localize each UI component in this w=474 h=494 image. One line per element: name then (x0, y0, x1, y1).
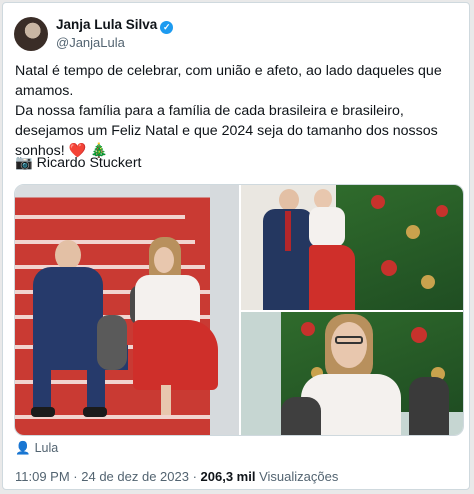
person-icon: 👤 (15, 441, 31, 455)
tweet-card[interactable]: Janja Lula Silva ✓ @JanjaLula Natal é tem… (2, 2, 470, 490)
tweet-time[interactable]: 11:09 PM (15, 469, 70, 484)
tweet-date[interactable]: 24 de dez de 2023 (81, 469, 189, 484)
tagged-people[interactable]: 👤 Lula (15, 441, 58, 456)
views-label: Visualizações (259, 469, 339, 484)
author-handle[interactable]: @JanjaLula (56, 35, 125, 50)
tweet-meta: 11:09 PM · 24 de dez de 2023 · 206,3 mil… (15, 469, 339, 484)
photo-woman-with-dogs[interactable] (241, 312, 463, 435)
photo-credit: 📷 Ricardo Stuckert (15, 155, 142, 171)
avatar[interactable] (14, 17, 48, 51)
photo-couple-on-stairs[interactable] (15, 185, 239, 435)
photo-credit-name: Ricardo Stuckert (36, 155, 142, 171)
author-name[interactable]: Janja Lula Silva (56, 17, 157, 32)
camera-icon: 📷 (15, 155, 33, 171)
views-count: 206,3 mil (200, 469, 256, 484)
tweet-text: Natal é tempo de celebrar, com união e a… (15, 61, 461, 161)
photo-couple-by-tree[interactable] (241, 185, 463, 310)
tweet-line-2: Da nossa família para a família de cada … (15, 103, 438, 159)
tweet-line-1: Natal é tempo de celebrar, com união e a… (15, 63, 442, 99)
verified-badge-icon: ✓ (160, 21, 174, 34)
author-name-row[interactable]: Janja Lula Silva ✓ (56, 17, 174, 34)
media-grid[interactable] (14, 184, 464, 436)
tagged-name[interactable]: Lula (35, 441, 59, 455)
